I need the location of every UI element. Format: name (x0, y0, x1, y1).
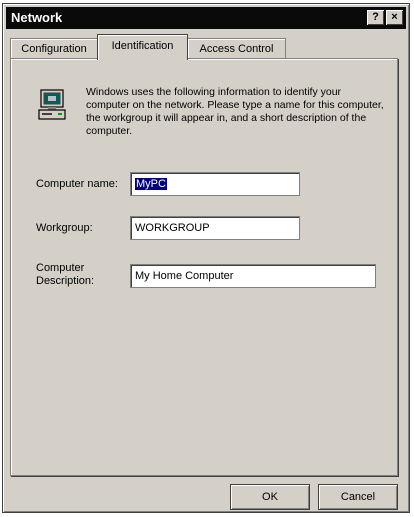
tab-identification[interactable]: Identification (97, 34, 188, 60)
computer-description-label: Computer Description: (36, 262, 94, 288)
computer-icon (38, 89, 66, 120)
computer-description-input[interactable]: My Home Computer (130, 264, 376, 288)
computer-name-label: Computer name: (36, 178, 118, 190)
window-title: Network (11, 10, 63, 25)
ok-button[interactable]: OK (230, 484, 310, 510)
help-button[interactable]: ? (367, 10, 384, 25)
workgroup-label: Workgroup: (36, 222, 93, 234)
workgroup-value: WORKGROUP (135, 222, 210, 234)
description-label-line2: Description: (36, 275, 95, 287)
description-value: My Home Computer (135, 270, 234, 282)
close-button[interactable]: × (386, 10, 403, 25)
tab-access-control[interactable]: Access Control (187, 38, 286, 58)
cancel-button[interactable]: Cancel (318, 484, 398, 510)
tab-configuration[interactable]: Configuration (10, 38, 98, 58)
title-bar[interactable]: Network ? × (6, 7, 406, 29)
computer-name-value: MyPC (135, 178, 167, 190)
workgroup-input[interactable]: WORKGROUP (130, 216, 300, 240)
computer-name-input[interactable]: MyPC (130, 172, 300, 196)
info-text: Windows uses the following information t… (86, 86, 384, 137)
description-label-line1: Computer (36, 262, 85, 274)
